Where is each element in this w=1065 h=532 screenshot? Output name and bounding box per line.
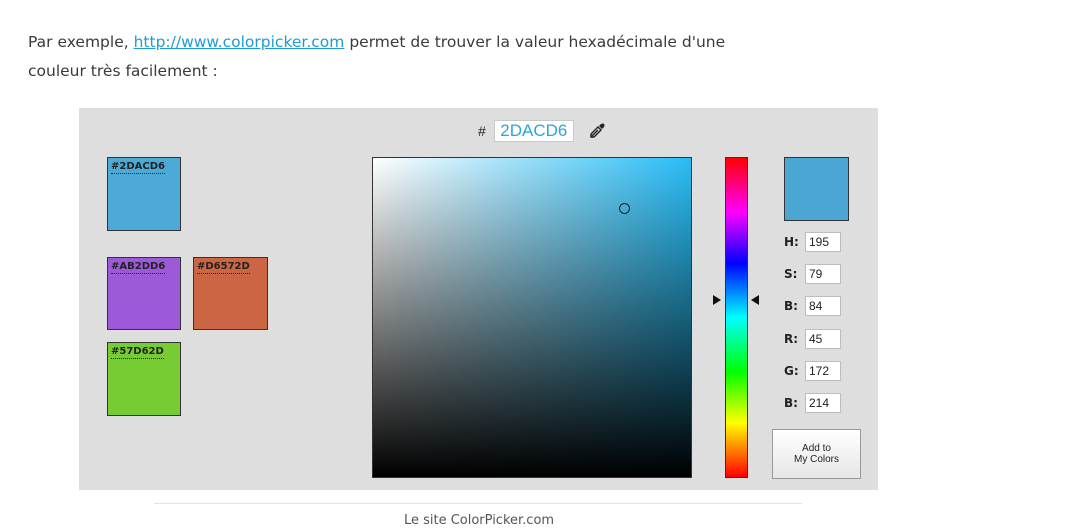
field-blue: B: 214 bbox=[784, 393, 841, 413]
intro-line1-suffix: permet de trouver la valeur hexadécimale… bbox=[344, 33, 726, 51]
field-b-input[interactable]: 84 bbox=[805, 296, 841, 316]
field-r-input[interactable]: 45 bbox=[805, 329, 841, 349]
saturation-brightness-field[interactable] bbox=[372, 157, 692, 478]
field-g: G: 172 bbox=[784, 361, 841, 381]
field-b-label: B: bbox=[784, 299, 798, 313]
swatch-2dacd6[interactable]: #2DACD6 bbox=[107, 157, 181, 231]
hue-arrow-left-icon[interactable] bbox=[713, 295, 721, 305]
add-button-line1: Add to bbox=[802, 443, 831, 454]
current-color-preview bbox=[784, 157, 849, 221]
swatch-57d62d[interactable]: #57D62D bbox=[107, 342, 181, 416]
field-s-label: S: bbox=[784, 267, 798, 281]
hue-slider[interactable] bbox=[725, 157, 748, 478]
field-b: B: 84 bbox=[784, 296, 841, 316]
field-g-input[interactable]: 172 bbox=[805, 361, 841, 381]
swatch-ab2dd6[interactable]: #AB2DD6 bbox=[107, 257, 181, 330]
color-cursor[interactable] bbox=[619, 203, 630, 214]
hue-arrow-right-icon[interactable] bbox=[751, 295, 759, 305]
field-h-label: H: bbox=[784, 235, 799, 249]
colorpicker-link[interactable]: http://www.colorpicker.com bbox=[134, 33, 345, 51]
caption-divider bbox=[154, 503, 802, 504]
swatch-label: #AB2DD6 bbox=[111, 261, 166, 274]
swatch-d6572d[interactable]: #D6572D bbox=[193, 257, 268, 330]
field-blue-input[interactable]: 214 bbox=[805, 393, 841, 413]
intro-prefix: Par exemple, bbox=[28, 33, 134, 51]
hex-input[interactable]: 2DACD6 bbox=[493, 120, 574, 142]
swatch-label: #D6572D bbox=[197, 261, 250, 274]
add-to-my-colors-button[interactable]: Add to My Colors bbox=[772, 429, 861, 479]
field-h-input[interactable]: 195 bbox=[805, 232, 841, 252]
swatch-label: #57D62D bbox=[111, 346, 164, 359]
field-g-label: G: bbox=[784, 364, 799, 378]
add-button-line2: My Colors bbox=[793, 454, 839, 465]
intro-paragraph: Par exemple, http://www.colorpicker.com … bbox=[28, 28, 988, 86]
field-r-label: R: bbox=[784, 332, 799, 346]
hash-label: # bbox=[478, 123, 486, 139]
colorpicker-screenshot: # 2DACD6 #2DACD6 #AB2DD6 #D6572D #57D62D… bbox=[79, 108, 878, 490]
field-blue-label: B: bbox=[784, 396, 798, 410]
field-s-input[interactable]: 79 bbox=[805, 264, 841, 284]
figure-caption: Le site ColorPicker.com bbox=[403, 513, 555, 528]
eyedropper-icon[interactable] bbox=[588, 122, 606, 140]
field-s: S: 79 bbox=[784, 264, 841, 284]
swatch-label: #2DACD6 bbox=[111, 161, 165, 174]
hex-row: # 2DACD6 bbox=[478, 119, 606, 143]
field-h: H: 195 bbox=[784, 232, 841, 252]
intro-line2: couleur très facilement : bbox=[28, 62, 218, 80]
field-r: R: 45 bbox=[784, 329, 841, 349]
